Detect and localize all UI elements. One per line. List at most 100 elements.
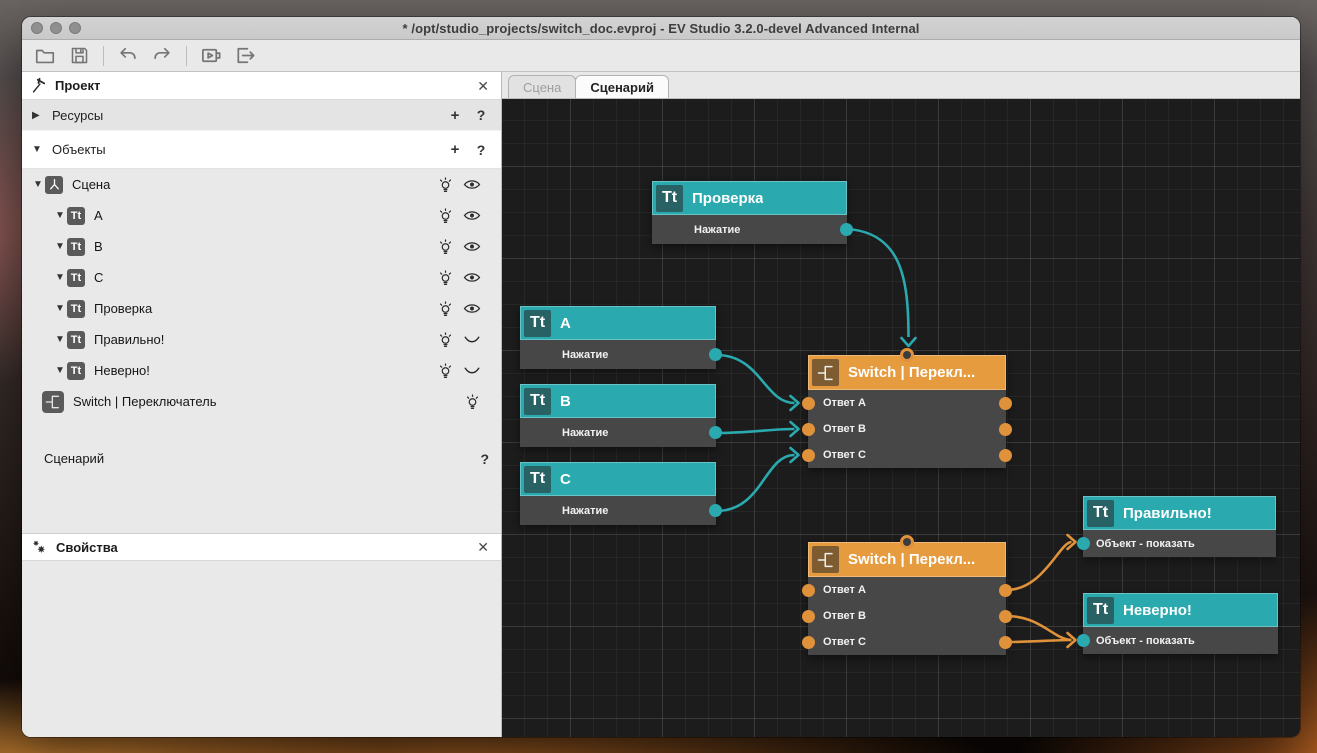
tree-row-proverka[interactable]: ▼ Tt Проверка	[22, 293, 501, 324]
chevron-down-icon[interactable]: ▼	[55, 210, 65, 221]
chevron-down-icon[interactable]: ▼	[55, 365, 65, 376]
objects-section-row[interactable]: ▼ Объекты + ?	[22, 131, 501, 169]
toolbar-separator	[186, 46, 187, 66]
chevron-down-icon[interactable]: ▼	[55, 303, 65, 314]
answer-row: Ответ A	[808, 577, 1006, 603]
tree-row-a[interactable]: ▼ Tt A	[22, 200, 501, 231]
tree-row-pravilno[interactable]: ▼ Tt Правильно!	[22, 324, 501, 355]
input-port[interactable]	[802, 423, 815, 436]
input-port-top[interactable]	[900, 348, 914, 362]
input-port[interactable]	[802, 636, 815, 649]
play-preview-icon	[200, 44, 223, 67]
text-object-icon: Tt	[67, 331, 85, 349]
answer-row: Ответ C	[808, 629, 1006, 655]
tree-row-neverno[interactable]: ▼ Tt Неверно!	[22, 355, 501, 386]
eye-open-icon[interactable]	[463, 209, 481, 222]
lightbulb-icon[interactable]	[464, 393, 481, 411]
lightbulb-icon[interactable]	[437, 300, 454, 318]
chevron-down-icon[interactable]: ▼	[32, 144, 42, 155]
toolbar	[22, 40, 1300, 72]
eye-closed-icon[interactable]	[463, 333, 481, 346]
output-port[interactable]	[709, 504, 722, 517]
output-port[interactable]	[709, 348, 722, 361]
output-port[interactable]	[999, 610, 1012, 623]
node-title: C	[560, 471, 571, 488]
tab-scenario[interactable]: Сценарий	[575, 75, 669, 98]
text-object-icon: Tt	[67, 207, 85, 225]
tab-scene[interactable]: Сцена	[508, 75, 576, 98]
objects-tree: ▼ Сцена ▼ Tt A	[22, 169, 501, 474]
redo-button[interactable]	[149, 44, 175, 68]
node-title: B	[560, 393, 571, 410]
tree-row-b[interactable]: ▼ Tt B	[22, 231, 501, 262]
node-graph-canvas[interactable]: Tt Проверка Нажатие Tt A	[502, 99, 1300, 737]
export-button[interactable]	[232, 44, 258, 68]
properties-panel-body	[22, 561, 501, 737]
preview-scene-button[interactable]	[198, 44, 224, 68]
toolbar-separator	[103, 46, 104, 66]
objects-help-button[interactable]: ?	[473, 142, 489, 158]
output-port[interactable]	[999, 397, 1012, 410]
node-title: Неверно!	[1123, 602, 1192, 619]
chevron-right-icon[interactable]: ▶	[32, 110, 42, 121]
input-port[interactable]	[802, 584, 815, 597]
node-a[interactable]: Tt A Нажатие	[520, 306, 716, 369]
eye-open-icon[interactable]	[463, 240, 481, 253]
node-switch-2[interactable]: Switch | Перекл... Ответ A Ответ B	[808, 542, 1006, 655]
chevron-down-icon[interactable]: ▼	[55, 272, 65, 283]
lightbulb-icon[interactable]	[437, 238, 454, 256]
node-switch-1[interactable]: Switch | Перекл... Ответ A Ответ B	[808, 355, 1006, 468]
tree-row-scene[interactable]: ▼ Сцена	[22, 169, 501, 200]
chevron-down-icon[interactable]: ▼	[55, 334, 65, 345]
chevron-down-icon[interactable]: ▼	[33, 179, 43, 190]
close-icon[interactable]: ✕	[477, 79, 489, 93]
chevron-down-icon[interactable]: ▼	[55, 241, 65, 252]
lightbulb-icon[interactable]	[437, 207, 454, 225]
node-pravilno[interactable]: Tt Правильно! Объект - показать	[1083, 496, 1276, 557]
text-object-icon: Tt	[67, 238, 85, 256]
resources-section-row[interactable]: ▶ Ресурсы + ?	[22, 100, 501, 131]
lightbulb-icon[interactable]	[437, 362, 454, 380]
event-row: Нажатие	[652, 215, 847, 244]
output-port[interactable]	[709, 426, 722, 439]
output-port[interactable]	[999, 449, 1012, 462]
project-panel-header: Проект ✕	[22, 72, 501, 100]
save-icon	[69, 45, 90, 66]
output-port[interactable]	[999, 423, 1012, 436]
input-port[interactable]	[802, 610, 815, 623]
edge-switch2b-neverno	[1007, 616, 1072, 640]
node-neverno[interactable]: Tt Неверно! Объект - показать	[1083, 593, 1278, 654]
input-port[interactable]	[802, 449, 815, 462]
save-button[interactable]	[66, 44, 92, 68]
input-port[interactable]	[802, 397, 815, 410]
eye-open-icon[interactable]	[463, 178, 481, 191]
scenario-row[interactable]: Сценарий ?	[22, 443, 501, 474]
lightbulb-icon[interactable]	[437, 269, 454, 287]
switch-icon	[812, 359, 839, 386]
output-port[interactable]	[999, 584, 1012, 597]
undo-button[interactable]	[115, 44, 141, 68]
input-port[interactable]	[1077, 537, 1090, 550]
node-c[interactable]: Tt C Нажатие	[520, 462, 716, 525]
eye-open-icon[interactable]	[463, 271, 481, 284]
lightbulb-icon[interactable]	[437, 176, 454, 194]
eye-closed-icon[interactable]	[463, 364, 481, 377]
resources-help-button[interactable]: ?	[473, 107, 489, 123]
tree-row-c[interactable]: ▼ Tt C	[22, 262, 501, 293]
node-proverka[interactable]: Tt Проверка Нажатие	[652, 181, 847, 244]
edge-switch2c-neverno	[1007, 640, 1072, 642]
tree-row-switch[interactable]: Switch | Переключатель	[22, 386, 501, 417]
scenario-help-button[interactable]: ?	[480, 451, 489, 467]
input-port-top[interactable]	[900, 535, 914, 549]
input-port[interactable]	[1077, 634, 1090, 647]
open-project-button[interactable]	[32, 44, 58, 68]
text-object-icon: Tt	[524, 466, 551, 493]
add-resource-button[interactable]: +	[447, 107, 463, 124]
close-icon[interactable]: ✕	[477, 540, 489, 554]
output-port[interactable]	[999, 636, 1012, 649]
output-port[interactable]	[840, 223, 853, 236]
lightbulb-icon[interactable]	[437, 331, 454, 349]
node-b[interactable]: Tt B Нажатие	[520, 384, 716, 447]
add-object-button[interactable]: +	[447, 141, 463, 158]
eye-open-icon[interactable]	[463, 302, 481, 315]
